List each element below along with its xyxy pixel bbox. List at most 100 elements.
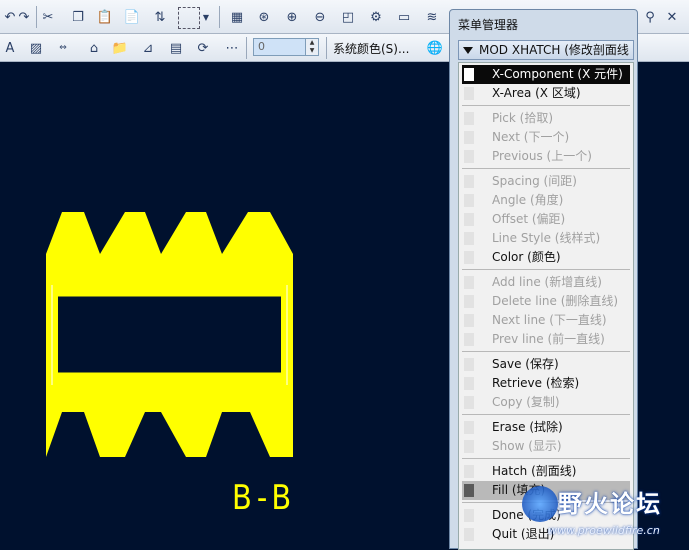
move-icon[interactable]: ⊿ bbox=[138, 38, 158, 58]
zoom-in-icon[interactable]: ⊕ bbox=[282, 7, 302, 27]
menu-item: Copy (复制) bbox=[462, 393, 630, 412]
watermark-url: www.proewildfire.cn bbox=[548, 524, 660, 537]
menu-item-marker-icon bbox=[464, 440, 474, 453]
menu-item-label: Quit (退出) bbox=[492, 527, 555, 541]
menu-item-label: Next line (下一直线) bbox=[492, 313, 607, 327]
section-top-teeth bbox=[46, 212, 293, 296]
menu-item-label: Spacing (间距) bbox=[492, 174, 577, 188]
menu-item-label: Color (颜色) bbox=[492, 250, 561, 264]
menu-item-marker-icon bbox=[464, 112, 474, 125]
view-manager-icon[interactable]: ⚙ bbox=[366, 7, 386, 27]
menu-item-marker-icon bbox=[464, 251, 474, 264]
menu-manager-title: 菜单管理器 bbox=[458, 18, 519, 32]
redo-icon[interactable]: ↷ bbox=[14, 7, 34, 27]
menu-item[interactable]: Erase (拭除) bbox=[462, 418, 630, 437]
checkbox-icon bbox=[464, 484, 474, 497]
menu-item: Offset (偏距) bbox=[462, 210, 630, 229]
menu-group-separator bbox=[462, 168, 630, 169]
menu-item-marker-icon bbox=[464, 314, 474, 327]
system-color-button[interactable]: 系统颜色(S)... bbox=[333, 40, 409, 57]
toolbar-separator bbox=[246, 37, 247, 59]
menu-item-label: Erase (拭除) bbox=[492, 420, 563, 434]
menu-item: Show (显示) bbox=[462, 437, 630, 456]
copy-icon[interactable]: ❐ bbox=[68, 7, 88, 27]
menu-item[interactable]: Hatch (剖面线) bbox=[462, 462, 630, 481]
menu-item-marker-icon bbox=[464, 421, 474, 434]
menu-item-label: Offset (偏距) bbox=[492, 212, 566, 226]
zoom-out-icon[interactable]: ⊖ bbox=[310, 7, 330, 27]
menu-item: Prev line (前一直线) bbox=[462, 330, 630, 349]
menu-manager-panel: 菜单管理器 MOD XHATCH (修改剖面线 X-Component (X 元… bbox=[449, 9, 638, 550]
menu-item: Spacing (间距) bbox=[462, 172, 630, 191]
menu-item[interactable]: X-Component (X 元件) bbox=[462, 65, 630, 84]
menu-item-marker-icon bbox=[464, 528, 474, 541]
menu-item-marker-icon bbox=[464, 333, 474, 346]
menu-group-separator bbox=[462, 269, 630, 270]
menu-item-list: X-Component (X 元件) X-Area (X 区域) Pick (拾取)… bbox=[458, 62, 634, 550]
watermark-text: 野火论坛 bbox=[558, 490, 662, 518]
section-label: B-B bbox=[232, 478, 297, 518]
menu-group-separator bbox=[462, 105, 630, 106]
text-icon[interactable]: A bbox=[0, 38, 20, 58]
menu-item[interactable]: Save (保存) bbox=[462, 355, 630, 374]
menu-item[interactable]: X-Area (X 区域) bbox=[462, 84, 630, 103]
paste-icon[interactable]: 📋 bbox=[95, 7, 115, 27]
repaint-icon[interactable]: ▦ bbox=[227, 7, 247, 27]
menu-item: Next (下一个) bbox=[462, 128, 630, 147]
menu-item-marker-icon bbox=[464, 377, 474, 390]
menu-item-marker-icon bbox=[464, 276, 474, 289]
spinner-value: 0 bbox=[258, 40, 265, 53]
dimension-icon[interactable]: ⇔ bbox=[53, 38, 73, 58]
table-icon[interactable]: ▤ bbox=[166, 38, 186, 58]
menu-item-marker-icon bbox=[464, 194, 474, 207]
collapse-triangle-icon[interactable] bbox=[463, 47, 473, 54]
menu-item[interactable]: Color (颜色) bbox=[462, 248, 630, 267]
menu-item-marker-icon bbox=[464, 87, 474, 100]
tool-icon[interactable]: ⚲ bbox=[640, 7, 660, 27]
menu-item-label: X-Area (X 区域) bbox=[492, 86, 581, 100]
menu-item-label: Pick (拾取) bbox=[492, 111, 554, 125]
toolbar-separator bbox=[219, 6, 220, 28]
menu-item-label: Add line (新增直线) bbox=[492, 275, 602, 289]
paste-special-icon[interactable]: 📄 bbox=[122, 7, 142, 27]
menu-item-label: Prev line (前一直线) bbox=[492, 332, 605, 346]
spinner-arrows-icon[interactable]: ▲ ▼ bbox=[305, 39, 318, 55]
menu-item-label: Retrieve (检索) bbox=[492, 376, 580, 390]
refit-icon[interactable]: ◰ bbox=[338, 7, 358, 27]
globe-icon[interactable]: 🌐 bbox=[425, 38, 445, 58]
menu-item-marker-icon bbox=[464, 131, 474, 144]
menu-item-label: Delete line (删除直线) bbox=[492, 294, 619, 308]
menu-item-label: Save (保存) bbox=[492, 357, 559, 371]
section-bottom-teeth bbox=[46, 373, 293, 457]
menu-group-separator bbox=[462, 351, 630, 352]
menu-item-label: Line Style (线样式) bbox=[492, 231, 601, 245]
chevron-down-icon[interactable]: ▼ bbox=[200, 7, 212, 27]
symbol-icon[interactable]: ⌂ bbox=[84, 38, 104, 58]
menu-item-marker-icon bbox=[464, 150, 474, 163]
menu-item-marker-icon bbox=[464, 175, 474, 188]
toolbar-separator bbox=[326, 37, 327, 59]
menu-item-marker-icon bbox=[464, 358, 474, 371]
grid-icon[interactable]: ⋯ bbox=[222, 38, 242, 58]
menu-item-marker-icon bbox=[464, 68, 474, 81]
update-icon[interactable]: ⟳ bbox=[193, 38, 213, 58]
menu-item-marker-icon bbox=[464, 396, 474, 409]
selection-box-icon[interactable] bbox=[178, 7, 200, 29]
menu-item: Next line (下一直线) bbox=[462, 311, 630, 330]
value-spinner[interactable]: 0 ▲ ▼ bbox=[253, 38, 319, 56]
annotation-icon[interactable]: ▭ bbox=[394, 7, 414, 27]
menu-item[interactable]: Retrieve (检索) bbox=[462, 374, 630, 393]
regenerate-icon[interactable]: ⇅ bbox=[150, 7, 170, 27]
close-window-icon[interactable]: ✕ bbox=[662, 7, 682, 27]
folder-icon[interactable]: 📁 bbox=[110, 38, 130, 58]
layers-icon[interactable]: ≋ bbox=[422, 7, 442, 27]
cut-icon[interactable]: ✂ bbox=[38, 7, 58, 27]
menu-item: Line Style (线样式) bbox=[462, 229, 630, 248]
menu-group-separator bbox=[462, 414, 630, 415]
orient-icon[interactable]: ⊛ bbox=[254, 7, 274, 27]
hatch-icon[interactable]: ▨ bbox=[26, 38, 46, 58]
menu-header-mod-xhatch[interactable]: MOD XHATCH (修改剖面线 bbox=[458, 40, 634, 60]
menu-header-label: MOD XHATCH (修改剖面线 bbox=[479, 43, 629, 57]
menu-item: Previous (上一个) bbox=[462, 147, 630, 166]
menu-item-marker-icon bbox=[464, 465, 474, 478]
